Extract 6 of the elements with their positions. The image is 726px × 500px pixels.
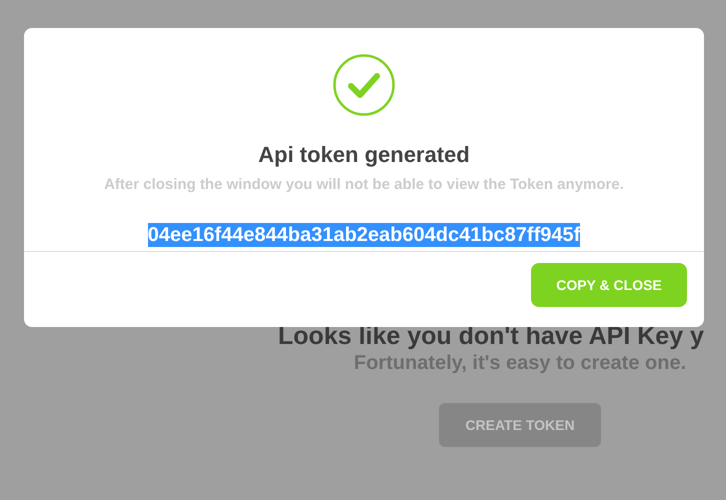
dialog-title: Api token generated [258, 142, 470, 168]
create-token-button[interactable]: CREATE TOKEN [439, 403, 601, 447]
token-text: 04ee16f44e844ba31ab2eab604dc41bc87ff945f [148, 223, 580, 247]
check-icon [333, 54, 395, 116]
copy-close-button[interactable]: COPY & CLOSE [531, 263, 687, 307]
background-heading: Looks like you don't have API Key y [278, 322, 704, 350]
